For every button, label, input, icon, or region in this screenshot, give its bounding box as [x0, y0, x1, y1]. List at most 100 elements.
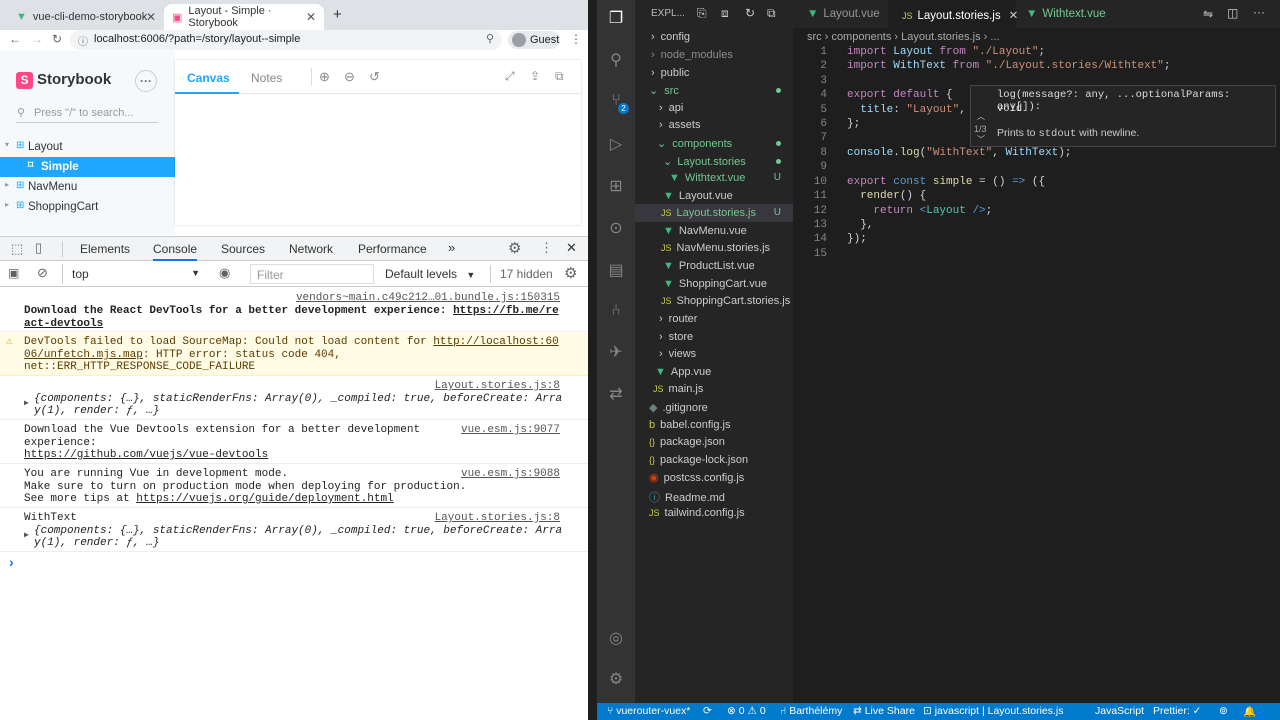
code-line[interactable]: title: "Layout",	[847, 104, 966, 116]
address-bar[interactable]: ⓘ localhost:6006/?path=/story/layout--si…	[70, 30, 502, 50]
eye-icon[interactable]: ◉	[219, 265, 230, 281]
tree-item-package-json[interactable]: {} package.json	[635, 433, 793, 451]
sidebar-item-shoppingcart[interactable]: ▸ ⊞ ShoppingCart	[0, 197, 175, 217]
sidebar-item-simple[interactable]: ⌑ Simple	[0, 157, 175, 177]
docker-icon[interactable]: ▤	[606, 260, 626, 280]
forward-icon[interactable]: →	[31, 32, 43, 46]
tree-item-router[interactable]: › router	[635, 310, 793, 328]
object-preview-cont[interactable]: y(1), render: ƒ, …}	[34, 405, 159, 418]
tree-item-views[interactable]: › views	[635, 345, 793, 363]
close-icon[interactable]: ✕	[566, 240, 577, 256]
extensions-icon[interactable]: ⊞	[606, 176, 626, 196]
account-status-icon[interactable]: ⊚	[1219, 705, 1228, 717]
story-search-input[interactable]: Press "/" to search...	[16, 105, 158, 123]
tree-item-layout-vue[interactable]: ▼ Layout.vue	[635, 187, 793, 205]
tab-notes[interactable]: Notes	[251, 71, 282, 85]
branch-status[interactable]: ⑂ vuerouter-vuex*	[607, 705, 690, 717]
tree-item-babel-config[interactable]: b babel.config.js	[635, 416, 793, 434]
new-folder-icon[interactable]: ⧈	[721, 6, 729, 21]
split-editor-icon[interactable]: ◫	[1227, 6, 1238, 20]
remote-icon[interactable]: ⊙	[606, 218, 626, 238]
device-toolbar-icon[interactable]: ▯	[35, 240, 42, 256]
tree-item-assets[interactable]: › assets	[635, 116, 793, 134]
breadcrumb[interactable]: src › components › Layout.stories.js › .…	[807, 31, 1000, 43]
object-preview-cont[interactable]: y(1), render: ƒ, …}	[34, 537, 159, 550]
inspect-icon[interactable]: ⬚	[11, 241, 23, 257]
run-debug-icon[interactable]: ▷	[606, 134, 626, 154]
copy-link-icon[interactable]: ⧉	[555, 69, 564, 84]
expand-icon[interactable]: ▶	[24, 530, 29, 543]
language-mode[interactable]: JavaScript	[1095, 705, 1144, 717]
editor-tab-layout-vue[interactable]: ▼ Layout.vue	[793, 0, 888, 28]
message-link[interactable]: https://vuejs.org/guide/deployment.html	[136, 493, 393, 505]
tree-item-app-vue[interactable]: ▼ App.vue	[635, 363, 793, 381]
more-options-button[interactable]: ···	[135, 70, 157, 92]
tree-item-layout-stories-js[interactable]: JS Layout.stories.js U	[635, 204, 793, 222]
tree-item-components[interactable]: ⌄ components	[635, 134, 793, 152]
tab-elements[interactable]: Elements	[80, 242, 130, 256]
tree-item-withtext[interactable]: ▼ Withtext.vue U	[635, 169, 793, 187]
open-new-tab-icon[interactable]: ⇪	[530, 69, 540, 83]
notifications-icon[interactable]: 🔔	[1243, 705, 1256, 718]
context-select[interactable]: top ▼	[66, 264, 206, 284]
source-link[interactable]: Layout.stories.js:8	[435, 380, 560, 393]
window-splitter[interactable]	[588, 0, 597, 720]
tree-item-postcss-config[interactable]: ◉ postcss.config.js	[635, 468, 793, 486]
code-line[interactable]: console.log("WithText", WithText);	[847, 147, 1071, 159]
editor-tab-layout-stories[interactable]: JS Layout.stories.js ✕	[888, 0, 1018, 28]
profile-button[interactable]: Guest	[508, 31, 560, 49]
source-link[interactable]: Layout.stories.js:8	[435, 512, 560, 525]
object-preview[interactable]: {components: {…}, staticRenderFns: Array…	[34, 393, 562, 406]
code-line[interactable]: export default {	[847, 89, 953, 101]
tree-item-public[interactable]: › public	[635, 64, 793, 82]
code-line[interactable]: },	[847, 219, 873, 231]
tree-item-main-js[interactable]: JS main.js	[635, 380, 793, 398]
expand-icon[interactable]: ▶	[24, 398, 29, 411]
collapse-all-icon[interactable]: ⧉	[767, 6, 776, 21]
zoom-reset-icon[interactable]: ↺	[369, 69, 380, 85]
back-icon[interactable]: ←	[9, 32, 21, 46]
new-file-icon[interactable]: ⎘	[697, 6, 707, 21]
tree-item-readme[interactable]: ⓘ Readme.md	[635, 486, 793, 504]
message-link[interactable]: https://fb.me/re	[453, 305, 559, 317]
levels-select[interactable]: Default levels ▼	[385, 267, 475, 281]
tree-item-shoppingcart-vue[interactable]: ▼ ShoppingCart.vue	[635, 275, 793, 293]
code-line[interactable]: render() {	[847, 190, 926, 202]
sync-icon[interactable]: ⟳	[703, 705, 712, 717]
zoom-in-icon[interactable]: ⊕	[319, 69, 330, 85]
tree-item-layout-stories[interactable]: ⌄ Layout.stories	[635, 152, 793, 170]
tab-console[interactable]: Console	[153, 242, 198, 261]
manage-gear-icon[interactable]: ⚙	[606, 669, 626, 689]
zoom-out-icon[interactable]: ⊖	[344, 69, 355, 85]
tree-item-shoppingcart-stories[interactable]: JS ShoppingCart.stories.js	[635, 292, 793, 310]
filter-input[interactable]: Filter	[250, 264, 374, 284]
source-link[interactable]: vendors~main.c49c212…01.bundle.js:150315	[296, 292, 560, 305]
tree-item-navmenu-vue[interactable]: ▼ NavMenu.vue	[635, 222, 793, 240]
code-line[interactable]: });	[847, 233, 867, 245]
message-link-cont[interactable]: 06/unfetch.mjs.map	[24, 349, 143, 361]
user-status[interactable]: ⑁ Barthélémy	[780, 705, 842, 717]
source-link[interactable]: vue.esm.js:9077	[461, 424, 560, 437]
tree-item-config[interactable]: › config	[635, 28, 793, 46]
menu-icon[interactable]: ⋮	[540, 240, 553, 256]
git-graph-icon[interactable]: ⑃	[606, 302, 626, 322]
refresh-icon[interactable]: ↻	[745, 6, 755, 20]
more-actions-icon[interactable]: ···	[1253, 5, 1265, 19]
object-preview[interactable]: {components: {…}, staticRenderFns: Array…	[34, 525, 562, 538]
browser-tab-storybook[interactable]: ▼ vue-cli-demo-storybook ✕	[8, 4, 164, 30]
language-status[interactable]: ⊡ javascript | Layout.stories.js	[923, 705, 1064, 717]
deploy-icon[interactable]: ✈	[606, 342, 626, 362]
account-icon[interactable]: ◎	[606, 628, 626, 648]
new-tab-icon[interactable]: +	[333, 6, 342, 23]
tab-canvas[interactable]: Canvas	[187, 71, 230, 85]
code-line[interactable]: import WithText from "./Layout.stories/W…	[847, 60, 1171, 72]
chevron-down-icon[interactable]: ﹀	[977, 134, 985, 145]
prettier-status[interactable]: Prettier: ✓	[1153, 705, 1201, 717]
tree-item-tailwind-config[interactable]: JS tailwind.config.js	[635, 504, 793, 522]
sidebar-item-layout[interactable]: ▾ ⊞ Layout	[0, 137, 175, 157]
gear-icon[interactable]: ⚙	[508, 239, 521, 257]
search-icon[interactable]: ⚲	[606, 50, 626, 70]
code-line[interactable]: export const simple = () => ({	[847, 176, 1045, 188]
compare-icon[interactable]: ⇋	[1203, 7, 1213, 21]
sidebar-item-navmenu[interactable]: ▸ ⊞ NavMenu	[0, 177, 175, 197]
